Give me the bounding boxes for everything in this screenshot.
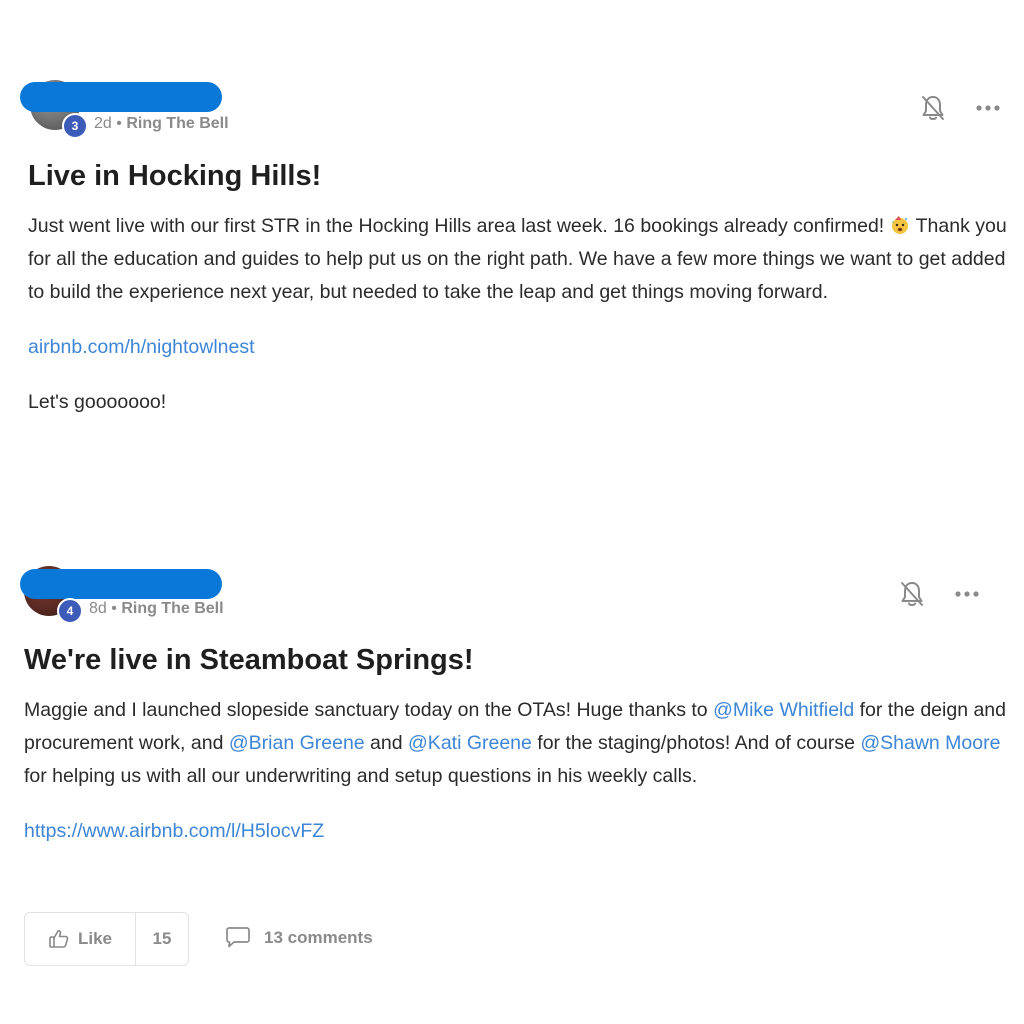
mention-link[interactable]: @Shawn Moore [860,732,1000,754]
mention-link[interactable]: @Kati Greene [408,732,532,754]
comment-icon [226,927,250,948]
post-time[interactable]: 2d [94,115,112,132]
post-text: Let's gooooooo! [28,391,167,413]
comments-button[interactable]: 13 comments [224,912,373,964]
post-actions: Like 15 13 comments [24,912,444,966]
meta-separator: • [111,600,117,617]
like-button[interactable]: Like [25,913,135,965]
post-meta: 8d • Ring The Bell [89,600,224,618]
comments-label: 13 comments [264,928,373,947]
post-time[interactable]: 8d [89,600,107,617]
bell-off-icon[interactable] [920,94,946,122]
post-meta: 2d • Ring The Bell [94,115,229,133]
mention-link[interactable]: @Mike Whitfield [713,699,854,721]
party-face-emoji-icon [891,216,908,234]
level-badge: 4 [57,598,83,624]
post-paragraph: Let's gooooooo! [28,386,1018,419]
post-title[interactable]: Live in Hocking Hills! [28,160,321,193]
mention-link[interactable]: @Brian Greene [229,732,365,754]
listing-link[interactable]: airbnb.com/h/nightowlnest [28,336,255,358]
meta-separator: • [116,115,122,132]
post-body: Maggie and I launched slopeside sanctuar… [24,694,1014,848]
like-control: Like 15 [24,912,189,966]
post-paragraph: https://www.airbnb.com/l/H5locvFZ [24,815,1014,848]
more-horizontal-icon[interactable] [954,589,980,599]
post-paragraph: Maggie and I launched slopeside sanctuar… [24,694,1014,793]
bell-off-icon[interactable] [899,580,925,608]
listing-link[interactable]: https://www.airbnb.com/l/H5locvFZ [24,820,324,842]
like-count[interactable]: 15 [136,913,188,965]
post-title[interactable]: We're live in Steamboat Springs! [24,644,474,677]
post-category[interactable]: Ring The Bell [126,115,228,132]
post-paragraph: airbnb.com/h/nightowlnest [28,331,1018,364]
post-text: for helping us with all our underwriting… [24,765,698,787]
post-text: Maggie and I launched slopeside sanctuar… [24,699,714,721]
level-badge: 3 [62,113,88,139]
more-horizontal-icon[interactable] [975,103,1001,113]
thumbs-up-icon [49,930,69,948]
post-text: and [364,732,409,754]
post-body: Just went live with our first STR in the… [28,210,1018,419]
redacted-author-name [20,569,222,599]
redacted-author-name [20,82,222,112]
like-label: Like [77,929,113,948]
post-category[interactable]: Ring The Bell [121,600,223,617]
post-text: for the staging/photos! And of course [531,732,861,754]
post-text: Just went live with our first STR in the… [28,215,885,237]
post-paragraph: Just went live with our first STR in the… [28,210,1018,309]
